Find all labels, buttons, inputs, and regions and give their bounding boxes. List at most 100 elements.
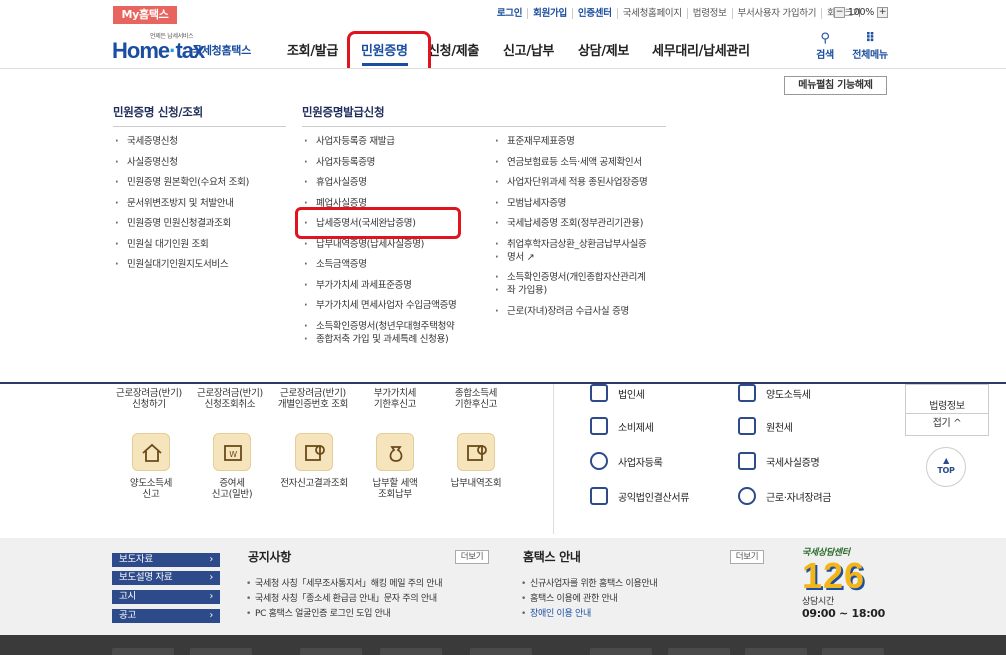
search-icon: ⚲	[820, 31, 830, 46]
chevron-up-icon: ▲	[943, 456, 949, 465]
footer-link[interactable]	[745, 648, 807, 655]
search-button[interactable]: ⚲ 검색	[812, 31, 838, 62]
quick-eitc-auth[interactable]: 근로장려금(반기) 개별인증번호 조회	[273, 388, 353, 410]
quick-income-late[interactable]: 종합소득세 기한후신고	[436, 388, 516, 410]
quick-eitc-apply[interactable]: 근로장려금(반기) 신청하기	[109, 388, 189, 410]
menu-item[interactable]: 모범납세자증명	[493, 197, 647, 210]
menu-item[interactable]: 납부내역증명(납세사실증명)	[302, 238, 456, 251]
zoom-out-button[interactable]: −	[834, 7, 846, 18]
consult-center-banner[interactable]: 국세상담센터 126 상담시간 09:00 ~ 18:00	[802, 545, 892, 620]
e-filing-result-icon[interactable]	[295, 433, 333, 471]
cert-center-link[interactable]: 인증센터	[571, 8, 617, 19]
menu-item[interactable]: 민원실 대기인원 조회	[113, 238, 249, 251]
menu-item[interactable]: 민원실대기인원지도서비스	[113, 258, 249, 271]
law-info-rail-button[interactable]: 법령정보	[905, 384, 989, 414]
footer-link[interactable]	[300, 648, 362, 655]
law-info-link[interactable]: 법령정보	[686, 8, 732, 19]
tax-transfer[interactable]: 양도소득세	[738, 384, 811, 402]
my-hometax-button[interactable]: My홈택스	[113, 6, 177, 24]
guide-item[interactable]: 홈택스 이용에 관한 안내	[521, 592, 657, 607]
menu-item[interactable]: 사업자등록증명	[302, 156, 456, 169]
menu-item-continued[interactable]: 종합저축 가입 및 과세특례 신청용)	[302, 333, 456, 346]
tax-public-corp[interactable]: 공익법인결산서류	[590, 487, 690, 505]
menu-item[interactable]: 사실증명신청	[113, 156, 249, 169]
document-icon	[738, 452, 756, 470]
dept-user-signup-link[interactable]: 부서사용자 가입하기	[731, 8, 822, 19]
menu-item[interactable]: 휴업사실증명	[302, 176, 456, 189]
quick-payment-history[interactable]: 납부내역조회	[436, 478, 516, 489]
menu-item[interactable]: 사업자단위과세 적용 종된사업장증명	[493, 176, 648, 189]
gnb-apply-submit[interactable]: 신청/제출	[428, 40, 479, 59]
signup-link[interactable]: 회원가입	[527, 8, 572, 19]
menu-item[interactable]: 국세증명신청	[113, 135, 249, 148]
menu-item[interactable]: 소득금액증명	[302, 258, 456, 271]
col1-title: 민원증명 신청/조회	[113, 105, 203, 119]
quick-e-filing-result[interactable]: 전자신고결과조회	[274, 478, 354, 489]
menu-item[interactable]: 소득확인증명서(청년우대형주택청약	[302, 320, 456, 333]
menu-fix-toggle-button[interactable]: 메뉴펼침 기능해제	[784, 76, 887, 95]
tax-business-reg[interactable]: 사업자등록	[590, 452, 663, 470]
tab-press-release[interactable]: 보도자료	[112, 553, 220, 567]
notice-item[interactable]: PC 홈택스 얼굴인증 로그인 도입 안내	[246, 607, 442, 622]
money-bag-icon[interactable]	[376, 433, 414, 471]
quick-eitc-cancel[interactable]: 근로장려금(반기) 신청조회취소	[190, 388, 270, 410]
hometax-logo[interactable]: 언제든 납세서비스 Home·tax 국세청홈택스	[112, 28, 262, 64]
quick-vat-late[interactable]: 부가가치세 기한후신고	[355, 388, 435, 410]
menu-item[interactable]: 근로(자녀)장려금 수급사실 증명	[493, 305, 647, 318]
zoom-value: 100%	[848, 7, 874, 18]
menu-item[interactable]: 부가가치세 면세사업자 수입금액증명	[302, 299, 457, 312]
menu-item[interactable]: 표준재무제표증명	[493, 135, 647, 148]
menu-item[interactable]: 소득확인증명서(개인종합자산관리계	[493, 271, 647, 284]
tax-withholding[interactable]: 원천세	[738, 417, 793, 435]
menu-item-continued[interactable]: 좌 가입용)	[493, 284, 647, 297]
all-menu-button[interactable]: ⠿ 전체메뉴	[848, 32, 892, 62]
login-link[interactable]: 로그인	[492, 8, 527, 19]
menu-item[interactable]: 사업자등록증 재발급	[302, 135, 456, 148]
menu-item[interactable]: 민원증명 원본확인(수요처 조회)	[113, 176, 249, 189]
fold-rail-button[interactable]: 접기 ^	[905, 414, 989, 436]
gnb-tax-agent[interactable]: 세무대리/납세관리	[652, 40, 750, 59]
house-icon[interactable]	[132, 433, 170, 471]
logo-korean-name: 국세청홈택스	[192, 44, 251, 57]
quick-transfer-tax[interactable]: 양도소득세 신고	[111, 478, 191, 500]
menu-item[interactable]: 연금보험료등 소득·세액 공제확인서	[493, 156, 647, 169]
footer-link[interactable]	[822, 648, 884, 655]
tab-announcement[interactable]: 공고	[112, 609, 220, 623]
menu-item[interactable]: 국세납세증명 조회(정부관리기관용)	[493, 217, 647, 230]
menu-item[interactable]: 취업후학자금상환_상환금납부사실증	[493, 238, 647, 251]
guide-item[interactable]: 신규사업자를 위한 홈택스 이용안내	[521, 577, 658, 592]
footer-link[interactable]	[190, 648, 252, 655]
guide-title: 홈택스 안내	[523, 550, 581, 564]
payment-history-icon[interactable]	[457, 433, 495, 471]
gnb-inquiry-issue[interactable]: 조회/발급	[287, 40, 338, 59]
footer-link[interactable]	[590, 648, 652, 655]
notice-more-button[interactable]: 더보기	[455, 550, 489, 564]
tax-eitc[interactable]: 근로·자녀장려금	[738, 487, 831, 505]
menu-item-continued[interactable]: 명서 ↗	[493, 251, 647, 264]
gift-tax-icon[interactable]: W	[213, 433, 251, 471]
menu-item[interactable]: 부가가치세 과세표준증명	[302, 279, 456, 292]
footer-link[interactable]	[380, 648, 442, 655]
tab-notification[interactable]: 고시	[112, 590, 220, 604]
scroll-top-button[interactable]: ▲ TOP	[926, 447, 966, 487]
tax-excise[interactable]: 소비제세	[590, 417, 654, 435]
footer-link[interactable]	[668, 648, 730, 655]
notice-item[interactable]: 국세청 사칭「세무조사통지서」해킹 메일 주의 안내	[246, 577, 443, 592]
footer-link[interactable]	[112, 648, 174, 655]
quick-tax-due[interactable]: 납부할 세액 조회납부	[355, 478, 435, 500]
gnb-consult-report[interactable]: 상담/제보	[578, 40, 629, 59]
consult-center-number: 126	[802, 555, 866, 596]
quick-gift-tax[interactable]: 증여세 신고(일반)	[192, 478, 272, 500]
notice-item[interactable]: 국세청 사칭「종소세 환급금 안내」문자 주의 안내	[246, 592, 442, 607]
menu-item[interactable]: 문서위변조방지 및 처발안내	[113, 197, 249, 210]
menu-item[interactable]: 민원증명 민원신청결과조회	[113, 217, 249, 230]
gnb-report-pay[interactable]: 신고/납부	[503, 40, 554, 59]
nts-homepage-link[interactable]: 국세청홈페이지	[616, 8, 687, 19]
guide-item[interactable]: 장애인 이용 안내	[521, 607, 657, 622]
tab-press-explanation[interactable]: 보도설명 자료	[112, 571, 220, 585]
tax-fact-cert[interactable]: 국세사실증명	[738, 452, 820, 470]
zoom-in-button[interactable]: +	[877, 7, 888, 18]
tax-corporate[interactable]: 법인세	[590, 384, 645, 402]
guide-more-button[interactable]: 더보기	[730, 550, 764, 564]
footer-link[interactable]	[470, 648, 532, 655]
